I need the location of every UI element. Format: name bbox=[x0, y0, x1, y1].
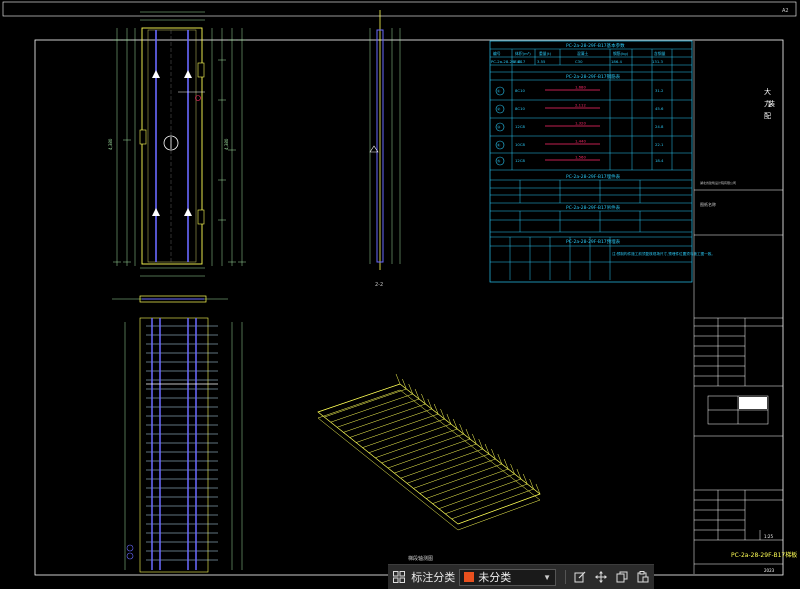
svg-text:大: 大 bbox=[764, 87, 771, 96]
design-unit-note: 湖北省建筑设计院有限公司 bbox=[700, 180, 736, 185]
scale-label: 1:25 bbox=[764, 534, 773, 539]
iso-step-line bbox=[317, 383, 401, 413]
section-label: 2-2 bbox=[375, 282, 383, 288]
rebar-mark: ② bbox=[497, 107, 501, 112]
rebar-spec: 8C10 bbox=[515, 106, 525, 111]
iso-step-line bbox=[400, 448, 483, 479]
iso-step-line bbox=[324, 388, 407, 418]
rebar-mark: ④ bbox=[497, 143, 501, 148]
table1-cell: 1.42 bbox=[513, 59, 522, 64]
table1-cell: 131.3 bbox=[652, 59, 663, 64]
iso-step-line bbox=[343, 403, 426, 433]
table2-title: PC-2a-28-29F-B17钢筋表 bbox=[566, 73, 621, 80]
rebar-length: 1,440 bbox=[575, 139, 586, 144]
iso-step-line bbox=[368, 423, 451, 453]
table4-title: PC-2a-28-29F-B17吊件表 bbox=[566, 204, 621, 211]
isometric-stair-view: 梯段轴测图 bbox=[317, 373, 541, 562]
grid-icon[interactable] bbox=[388, 566, 409, 588]
svg-text:4,380: 4,380 bbox=[224, 138, 229, 150]
stair-plan-view: 4,380 4,380 bbox=[108, 11, 246, 277]
title-block-heading: 图纸名称 bbox=[700, 201, 716, 207]
iso-step-line bbox=[438, 478, 521, 509]
iso-step-line bbox=[356, 413, 439, 443]
rebar-length: 2,112 bbox=[575, 103, 586, 108]
annotation-toolbar: 标注分类 未分类 ▼ bbox=[388, 564, 654, 589]
parameter-tables: PC-2a-28-29F-B17基本参数 编号 体积(m³) 重量(t) 混凝土 钢筋(… bbox=[489, 40, 715, 283]
iso-step-line bbox=[419, 463, 502, 494]
drawing-number: PC-2a-28-29F-B17梯板 bbox=[731, 551, 797, 559]
table5-title: PC-2a-28-29F-B17预埋表 bbox=[566, 238, 621, 245]
rebar-mark: ⑤ bbox=[497, 159, 501, 164]
page-corner-label: A2 bbox=[782, 8, 789, 14]
svg-text:4,380: 4,380 bbox=[108, 138, 113, 150]
iso-step-line bbox=[362, 418, 445, 448]
rebar-spec: 12C8 bbox=[515, 158, 525, 163]
table1-cell: 186.4 bbox=[611, 59, 622, 64]
table1-header-cell: 钢筋(kg) bbox=[613, 51, 629, 56]
elevation-strip bbox=[112, 295, 228, 303]
iso-step-line bbox=[330, 393, 413, 423]
move-icon[interactable] bbox=[590, 566, 611, 588]
category-value: 未分类 bbox=[478, 572, 512, 584]
rebar-length: 1,680 bbox=[575, 85, 586, 90]
toolbar-divider bbox=[565, 570, 567, 584]
table1-header-cell: 编号 bbox=[493, 51, 501, 56]
category-color-swatch bbox=[464, 572, 475, 582]
rebar-weight: 24.8 bbox=[655, 124, 664, 129]
iso-step-line bbox=[426, 468, 509, 499]
iso-step-line bbox=[432, 473, 515, 504]
rebar-length: 1,560 bbox=[575, 155, 586, 160]
iso-step-line bbox=[381, 433, 464, 464]
category-label: 标注分类 bbox=[411, 572, 456, 584]
svg-text:装: 装 bbox=[768, 99, 775, 108]
svg-text:配: 配 bbox=[764, 112, 771, 120]
section-2-2-view: 2-2 bbox=[369, 10, 401, 288]
rebar-spec: 10C8 bbox=[515, 142, 525, 147]
table1-cell: C30 bbox=[575, 59, 583, 64]
iso-step-line bbox=[387, 438, 471, 469]
title-logo-block bbox=[739, 397, 767, 409]
top-strip bbox=[2, 1, 797, 17]
table3-title: PC-2a-28-29F-B17埋件表 bbox=[566, 173, 621, 180]
table1-cell: 3.55 bbox=[537, 59, 546, 64]
edit-icon[interactable] bbox=[569, 566, 590, 588]
table1-header-cell: 重量(t) bbox=[539, 51, 552, 56]
rebar-length: 1,320 bbox=[575, 121, 586, 126]
rebar-weight: 22.1 bbox=[655, 142, 664, 147]
title-right-text: 大 力 装 配 bbox=[764, 87, 775, 120]
iso-step-line bbox=[375, 428, 458, 459]
outer-frame bbox=[34, 39, 784, 576]
rebar-spec: 12C8 bbox=[515, 124, 525, 129]
paste-icon[interactable] bbox=[633, 566, 654, 588]
category-dropdown[interactable]: 未分类 ▼ bbox=[459, 568, 557, 586]
rebar-mark: ③ bbox=[497, 125, 501, 130]
rebar-weight: 45.6 bbox=[655, 106, 664, 111]
table-note: 注:预制构件施工前须复核现场尺寸,预埋件位置须与施工图一致。 bbox=[612, 251, 715, 256]
rebar-spec: 8C10 bbox=[515, 88, 525, 93]
table1-header-cell: 体积(m³) bbox=[515, 51, 531, 56]
rebar-mark: ① bbox=[497, 89, 501, 94]
iso-step-line bbox=[337, 398, 420, 428]
rebar-weight: 31.2 bbox=[655, 88, 664, 93]
title-block bbox=[693, 41, 783, 574]
cad-drawing-canvas[interactable]: A2 4,380 4,380 2-2 梯段轴测图 PC-2a-28-29F-B1… bbox=[0, 0, 800, 588]
table1-header-cell: 含钢量 bbox=[654, 51, 666, 56]
iso-step-tick bbox=[395, 373, 401, 385]
chevron-down-icon: ▼ bbox=[543, 572, 552, 582]
iso-step-line bbox=[413, 458, 496, 489]
year-label: 2023 bbox=[764, 568, 775, 573]
iso-view-label: 梯段轴测图 bbox=[408, 555, 433, 562]
iso-step-line bbox=[457, 493, 541, 525]
table1-header-cell: 混凝土 bbox=[577, 51, 589, 56]
rebar-weight: 18.4 bbox=[655, 158, 664, 163]
copy-icon[interactable] bbox=[612, 566, 633, 588]
iso-step-line bbox=[349, 408, 432, 438]
table1-title: PC-2a-28-29F-B17基本参数 bbox=[566, 42, 625, 49]
iso-step-line bbox=[394, 443, 477, 474]
iso-step-line bbox=[407, 453, 490, 484]
iso-step-line bbox=[451, 488, 534, 520]
rebar-layout-view bbox=[124, 317, 243, 573]
